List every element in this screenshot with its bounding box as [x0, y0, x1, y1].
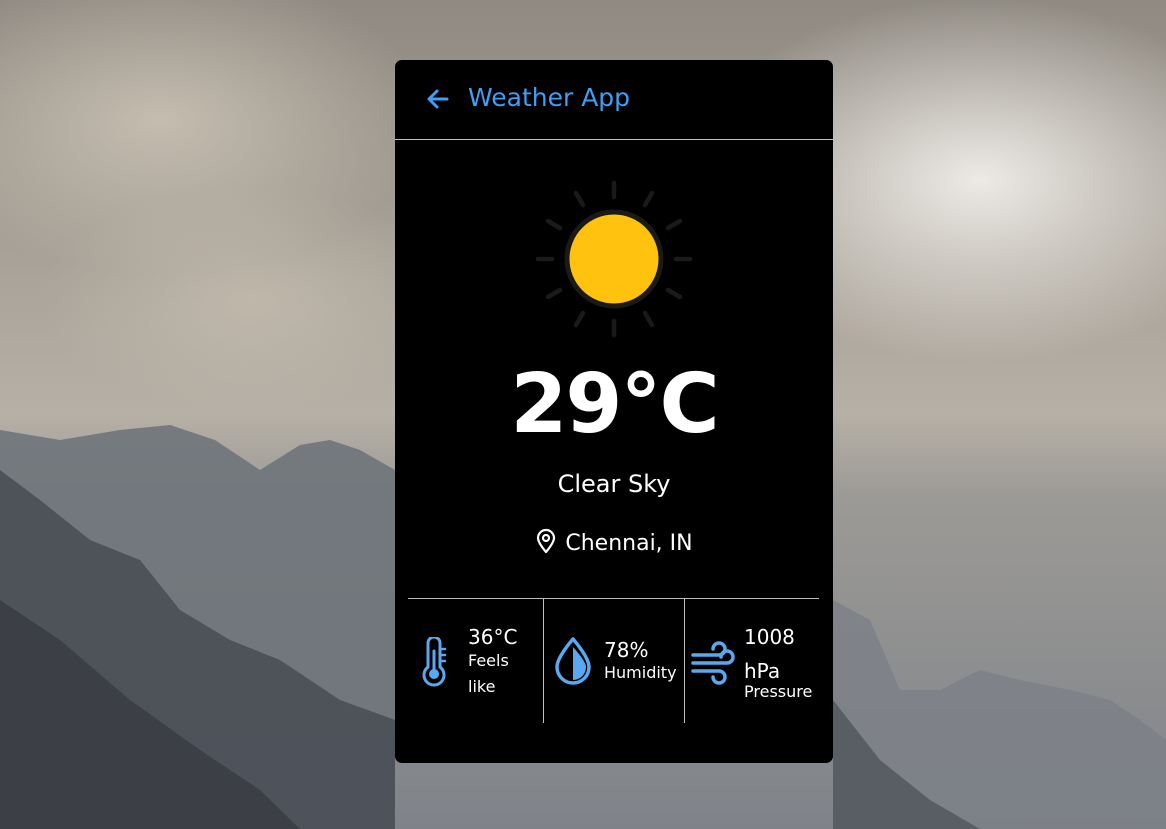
pressure-value: 1008 hPa [744, 625, 795, 683]
pressure-label: Pressure [744, 682, 813, 701]
weather-details: 36°C Feels like 78% Humidity 1008 hPa Pr… [408, 598, 819, 723]
weather-description: Clear Sky [557, 470, 671, 498]
arrow-left-icon[interactable] [425, 86, 451, 112]
water-drop-icon [552, 635, 594, 689]
temperature-value: 29°C [510, 357, 719, 452]
app-title: Weather App [468, 83, 631, 112]
location-text: Chennai, IN [565, 531, 693, 556]
detail-feels-like: 36°C Feels like [408, 599, 544, 723]
sun-icon [534, 179, 694, 339]
location: Chennai, IN [395, 528, 833, 556]
location-pin-icon [535, 528, 557, 554]
app-header: Weather App [395, 60, 833, 140]
thermometer-icon [418, 635, 450, 691]
detail-pressure: 1008 hPa Pressure [685, 599, 819, 723]
weather-card: Weather App 29°C Clear Sky Chennai, IN 3… [395, 60, 833, 763]
wind-icon [689, 637, 737, 689]
detail-humidity: 78% Humidity [544, 599, 685, 723]
humidity-label: Humidity [604, 663, 677, 682]
feels-like-label: Feels like [468, 651, 509, 696]
